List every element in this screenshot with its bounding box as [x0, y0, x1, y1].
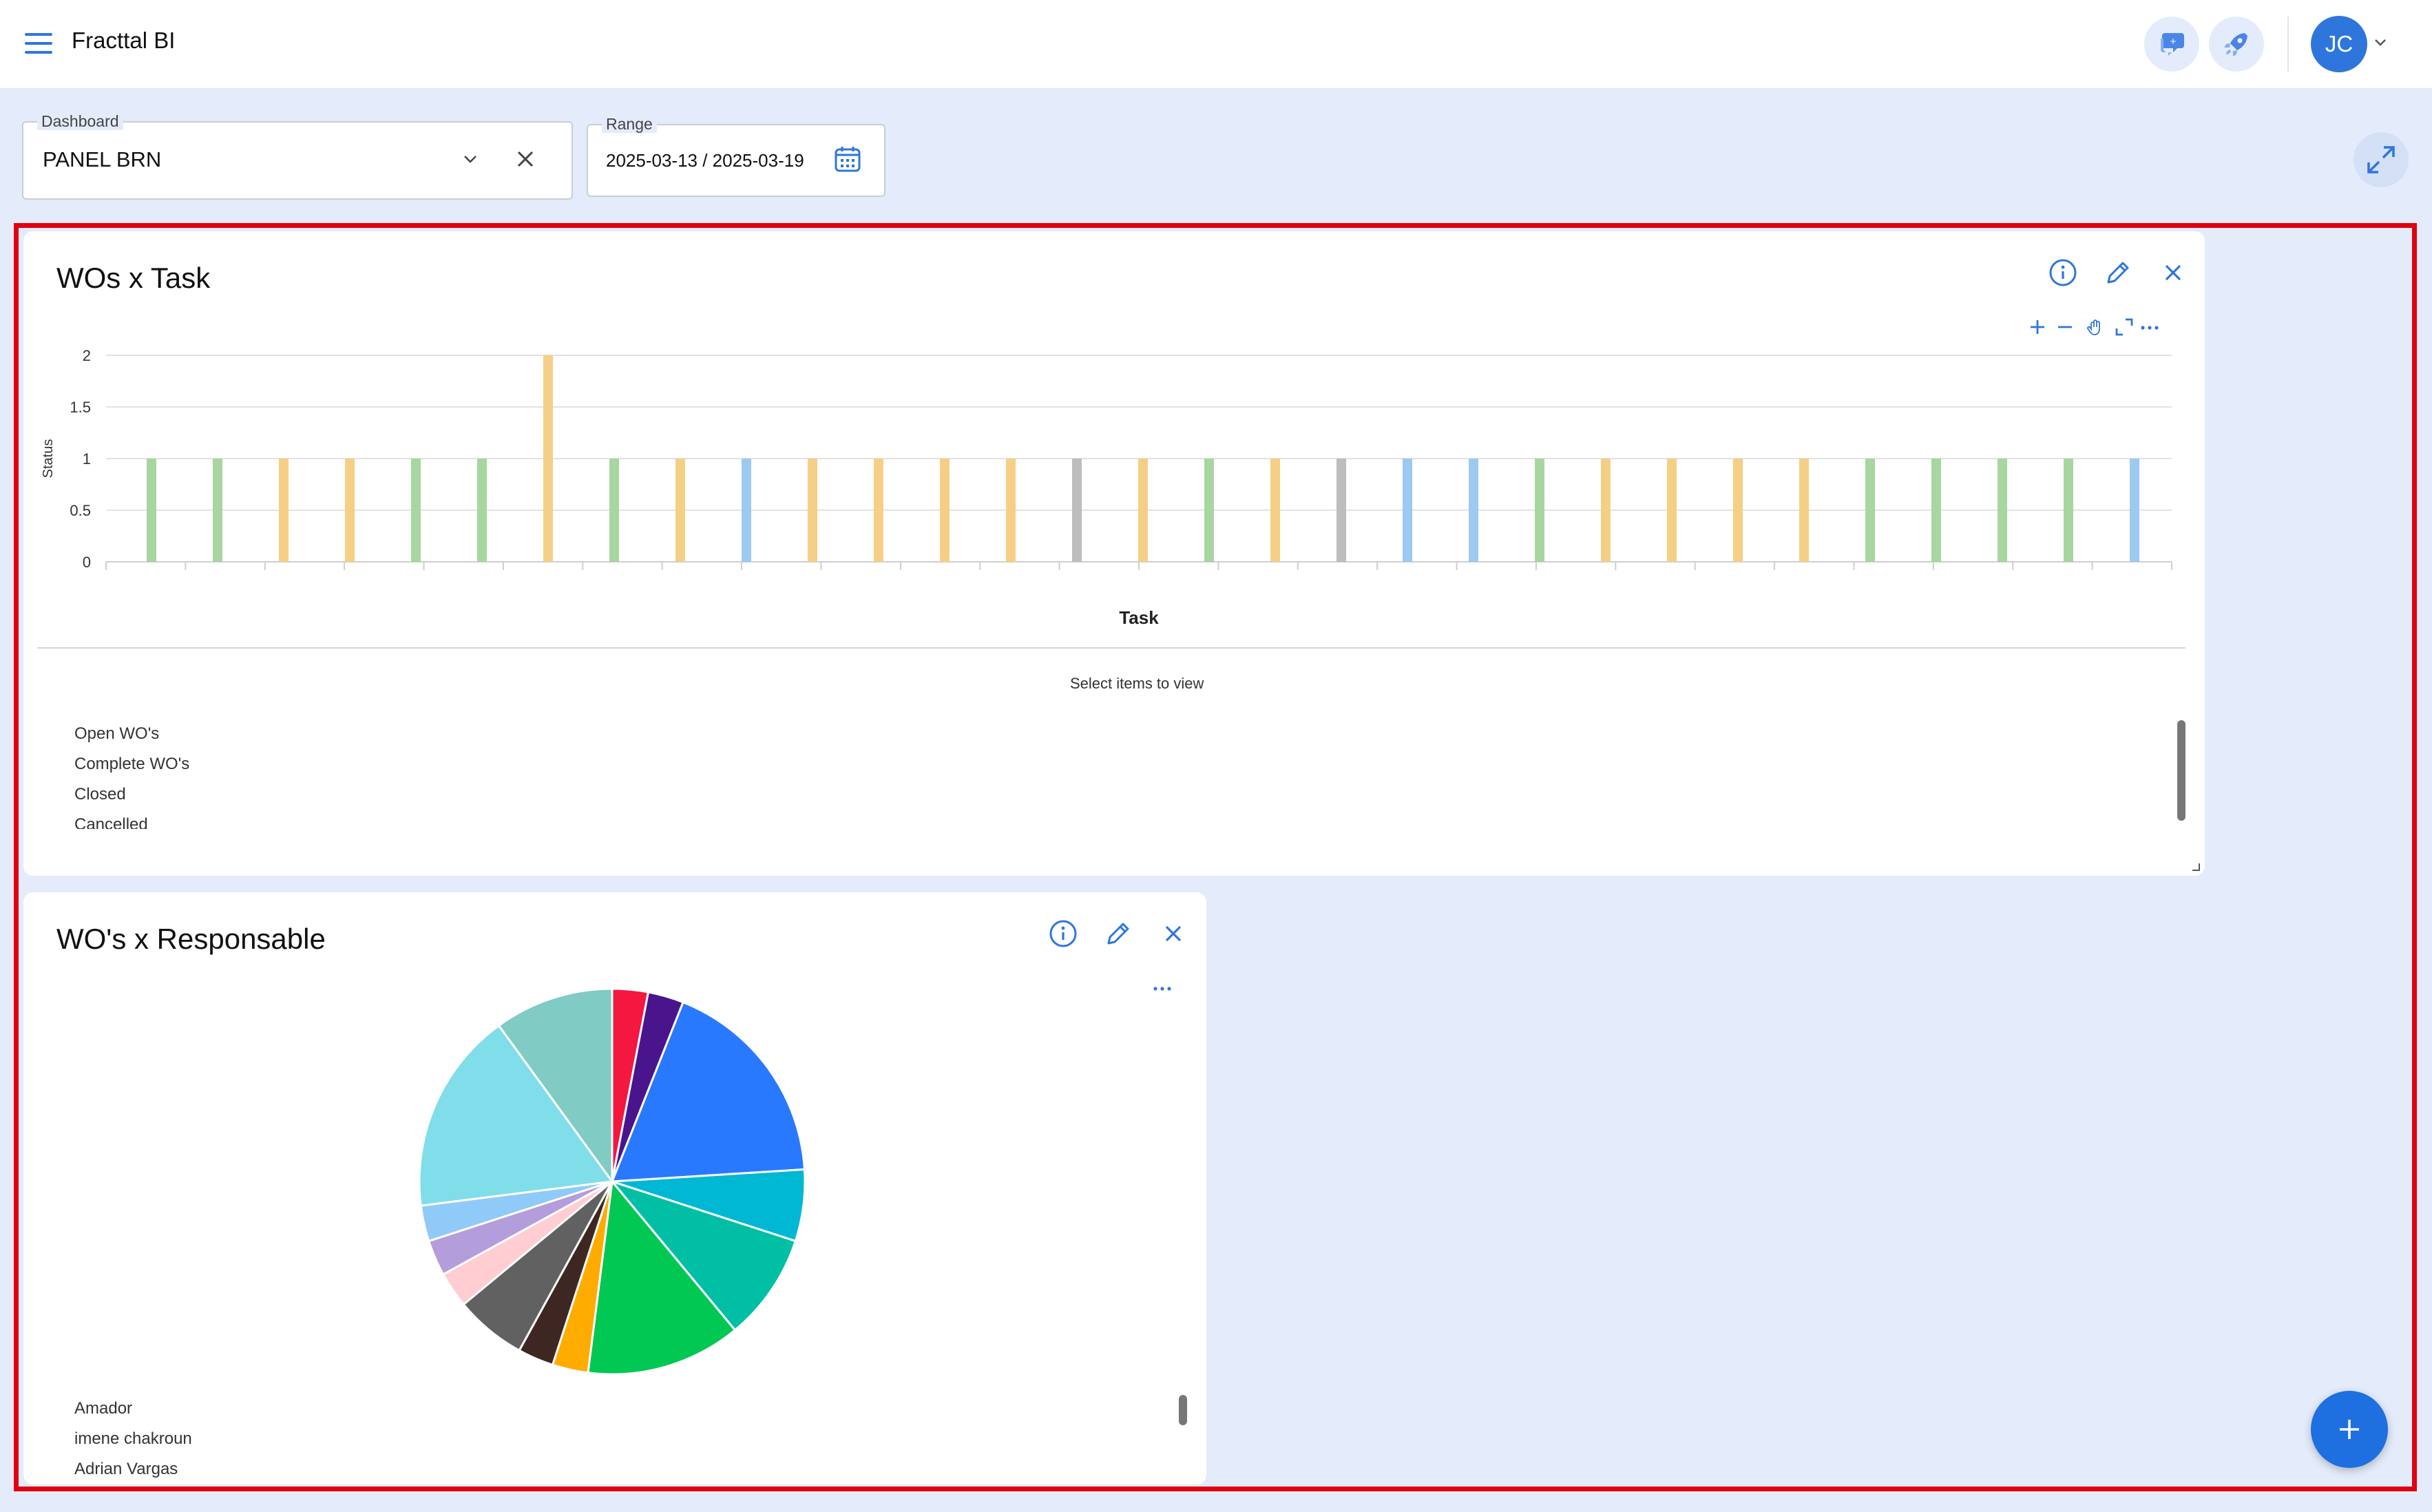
range-label: Range [602, 115, 657, 133]
bar[interactable] [940, 459, 950, 562]
y-tick-label: 1.5 [70, 399, 91, 416]
chevron-down-icon[interactable] [463, 154, 478, 164]
legend-item[interactable]: Complete WO's [74, 755, 189, 774]
bar[interactable] [213, 459, 222, 562]
bar[interactable] [2130, 459, 2139, 562]
bar[interactable] [1998, 459, 2007, 562]
svg-text:+: + [2170, 36, 2177, 46]
bar[interactable] [874, 459, 883, 562]
bar[interactable] [1535, 459, 1544, 562]
bar[interactable] [1270, 459, 1280, 562]
calendar-icon[interactable] [833, 145, 862, 174]
bar[interactable] [279, 459, 289, 562]
bar[interactable] [345, 459, 355, 562]
legend-fade [23, 829, 2205, 876]
range-value: 2025-03-13 / 2025-03-19 [606, 150, 804, 171]
y-tick-label: 2 [83, 347, 91, 364]
legend-title: Select items to view [1070, 675, 1204, 692]
dashboard-value: PANEL BRN [43, 147, 162, 171]
bar[interactable] [1204, 459, 1214, 562]
bar[interactable] [1601, 459, 1611, 562]
bar[interactable] [1931, 459, 1941, 562]
legend-item[interactable]: imene chakroun [74, 1429, 192, 1449]
y-tick-label: 0.5 [70, 502, 91, 519]
bar[interactable] [147, 459, 156, 562]
avatar[interactable]: JC [2311, 16, 2367, 72]
fullscreen-button[interactable] [2354, 132, 2409, 187]
legend-scrollbar[interactable] [2177, 720, 2185, 821]
resize-handle-icon[interactable] [2191, 862, 2201, 872]
plus-icon [2340, 1420, 2359, 1439]
expand-icon [2367, 146, 2395, 174]
bar[interactable] [808, 459, 817, 562]
clear-icon[interactable] [515, 149, 536, 169]
chat-icon: + [2161, 33, 2184, 56]
bar[interactable] [1336, 459, 1346, 562]
dashboard-select[interactable]: Dashboard PANEL BRN [22, 112, 573, 200]
y-axis-label: Status [41, 439, 56, 479]
bar[interactable] [1403, 459, 1412, 562]
rocket-button[interactable] [2209, 17, 2264, 72]
add-widget-button[interactable] [2311, 1391, 2388, 1468]
app-title: Fracttal BI [72, 28, 176, 53]
legend-item[interactable]: Open WO's [74, 724, 159, 744]
range-field[interactable]: Range 2025-03-13 / 2025-03-19 [587, 115, 885, 197]
y-tick-label: 0 [83, 554, 91, 571]
header-divider [2287, 17, 2289, 72]
dashboard-label: Dashboard [37, 112, 123, 130]
bar[interactable] [609, 459, 619, 562]
legend-item[interactable]: Amador [74, 1399, 132, 1418]
pie-chart [418, 987, 806, 1376]
legend-scrollbar[interactable] [1179, 1395, 1187, 1425]
bar[interactable] [675, 459, 685, 562]
legend-item[interactable]: Adrian Vargas [74, 1460, 178, 1479]
bar[interactable] [1799, 459, 1809, 562]
chevron-down-icon[interactable] [2374, 39, 2387, 47]
x-axis-label: Task [1119, 607, 1159, 628]
bar[interactable] [2064, 459, 2073, 562]
menu-icon[interactable] [25, 32, 52, 55]
chat-button[interactable]: + [2144, 17, 2199, 72]
legend-item[interactable]: Closed [74, 785, 126, 804]
bar-chart: 2 1.5 1 0.5 0 Status Task [41, 347, 2172, 628]
widget-wos-task: WOs x Task 2 1.5 1 0.5 0 Status Task Select it… [23, 231, 2205, 876]
bar[interactable] [742, 459, 751, 562]
bar[interactable] [1072, 459, 1082, 562]
bar[interactable] [477, 459, 487, 562]
bar[interactable] [1865, 459, 1875, 562]
bar[interactable] [411, 459, 421, 562]
rocket-icon [2224, 33, 2247, 56]
bar[interactable] [1138, 459, 1148, 562]
top-bar: Fracttal BI + JC [0, 0, 2432, 89]
chart-divider [37, 647, 2185, 649]
widget-wos-responsable: WO's x Responsable Amador imene chakroun… [23, 892, 1206, 1484]
bar[interactable] [1469, 459, 1478, 562]
y-tick-label: 1 [83, 450, 91, 468]
bar[interactable] [1006, 459, 1016, 562]
bar[interactable] [1667, 459, 1677, 562]
bar[interactable] [543, 355, 553, 562]
bar[interactable] [1733, 459, 1743, 562]
